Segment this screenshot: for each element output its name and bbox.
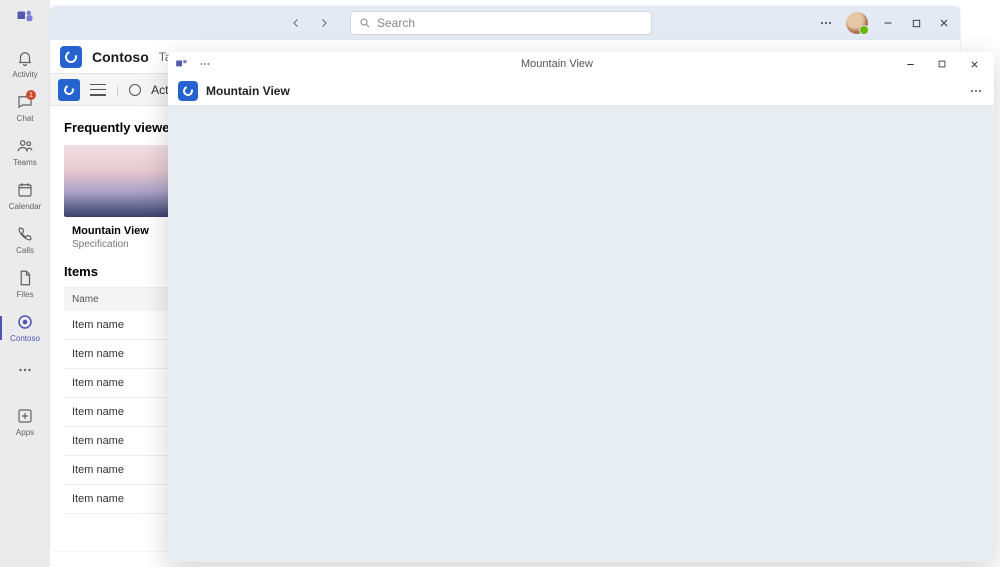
rail-label: Calls (16, 246, 34, 256)
rail-label: Chat (17, 114, 34, 124)
apps-add-icon (15, 406, 35, 426)
title-bar: Search (50, 6, 960, 40)
popup-header-title: Mountain View (206, 84, 290, 98)
contoso-logo-icon (60, 46, 82, 68)
rail-label: Apps (16, 428, 34, 438)
popup-titlebar: Mountain View (168, 52, 994, 76)
people-icon (15, 136, 35, 156)
rail-item-activity[interactable]: Activity (0, 42, 50, 86)
rail-item-apps[interactable]: Apps (0, 400, 50, 444)
chat-badge: 1 (26, 90, 36, 100)
file-icon (15, 268, 35, 288)
search-input[interactable]: Search (350, 11, 652, 35)
search-placeholder: Search (377, 16, 415, 30)
popup-maximize-button[interactable] (934, 56, 950, 72)
app-rail: Activity 1 Chat Teams Calendar Calls Fil… (0, 0, 50, 567)
rail-item-calls[interactable]: Calls (0, 218, 50, 262)
popup-header-more-button[interactable] (968, 83, 984, 99)
popup-header: Mountain View (168, 76, 994, 106)
nav-arrows (288, 15, 332, 31)
ellipsis-icon (15, 360, 35, 380)
popup-window-title: Mountain View (212, 58, 902, 70)
window-maximize-button[interactable] (908, 15, 924, 31)
popup-window-controls (902, 56, 988, 72)
contoso-app-icon (15, 312, 35, 332)
popup-titlebar-more-button[interactable] (198, 57, 212, 71)
calendar-icon (15, 180, 35, 200)
rail-label: Teams (13, 158, 37, 168)
teams-logo-icon (15, 6, 35, 26)
popup-body (168, 106, 994, 562)
teams-logo-icon (174, 56, 190, 72)
app-name: Contoso (92, 49, 149, 65)
settings-more-button[interactable] (818, 15, 834, 31)
popup-minimize-button[interactable] (902, 56, 918, 72)
rail-item-more[interactable] (0, 354, 50, 386)
window-minimize-button[interactable] (880, 15, 896, 31)
rail-label: Contoso (10, 334, 40, 344)
popup-close-button[interactable] (966, 56, 982, 72)
rail-item-files[interactable]: Files (0, 262, 50, 306)
nav-forward-button[interactable] (316, 15, 332, 31)
rail-item-contoso[interactable]: Contoso (0, 306, 50, 350)
rail-item-calendar[interactable]: Calendar (0, 174, 50, 218)
rail-label: Activity (12, 70, 37, 80)
user-avatar[interactable] (846, 12, 868, 34)
rail-label: Calendar (9, 202, 41, 212)
search-icon (359, 17, 371, 29)
rail-item-teams[interactable]: Teams (0, 130, 50, 174)
radio-icon[interactable] (129, 84, 141, 96)
rail-item-chat[interactable]: 1 Chat (0, 86, 50, 130)
nav-back-button[interactable] (288, 15, 304, 31)
hamburger-menu-button[interactable] (90, 84, 106, 96)
phone-icon (15, 224, 35, 244)
title-actions (818, 12, 952, 34)
contoso-logo-icon (178, 81, 198, 101)
window-close-button[interactable] (936, 15, 952, 31)
rail-label: Files (17, 290, 34, 300)
popup-window: Mountain View Mountain View (168, 52, 994, 562)
bell-icon (15, 48, 35, 68)
contoso-logo-icon (58, 79, 80, 101)
